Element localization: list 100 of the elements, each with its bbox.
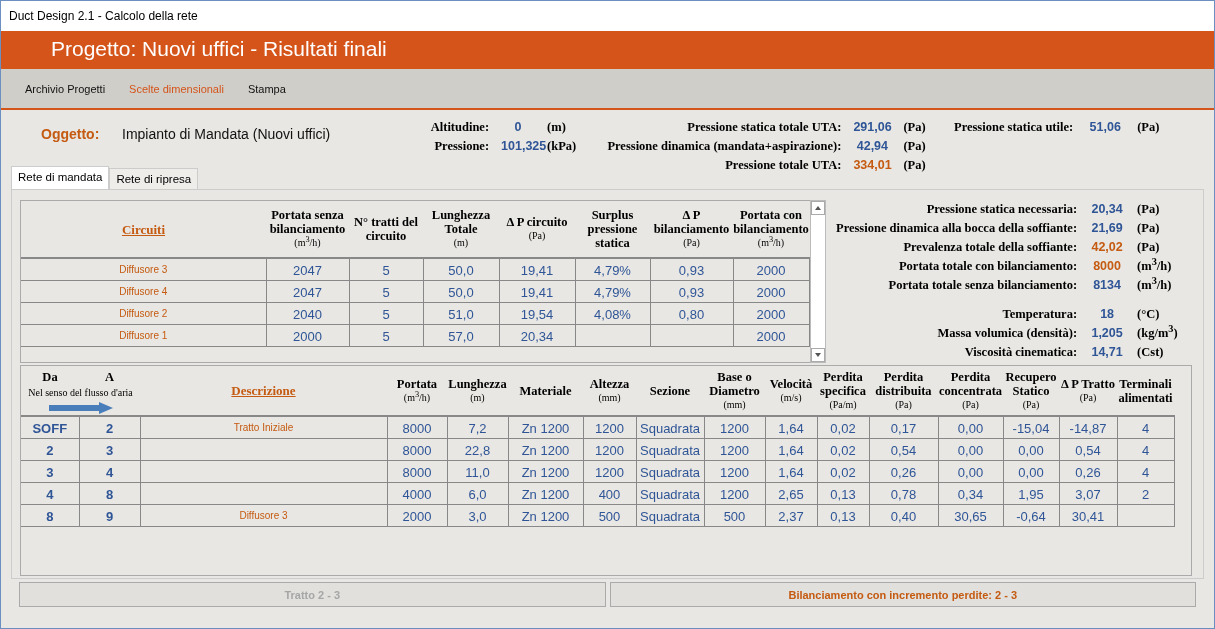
unit-label: (m$^{3}$/h) [1137,276,1173,294]
table-cell: 50,0 [448,262,474,278]
column-title: Δ P circuito [505,215,569,229]
table-cell: 1,64 [778,442,804,458]
table-cell: Squadrata [640,486,700,502]
field-label: Pressione statica utile: [954,119,1074,136]
scroll-up-icon[interactable] [811,201,825,215]
field-value: 334,01 [852,157,893,174]
table-cell: 19,54 [520,306,554,322]
menu-item[interactable]: Scelte dimensionali [129,82,224,95]
action-button[interactable]: Bilanciamento con incremento perdite: 2 - 3 [609,582,1196,607]
table-cell: 1200 [595,442,624,458]
table-cell: 2040 [293,306,322,322]
field-value: 51,06 [1088,119,1122,136]
table-cell: 4000 [402,486,432,502]
table-cell: 2000 [293,328,322,344]
table-cell: -0,64 [1016,508,1046,524]
unit-label: (°C) [1137,306,1161,323]
tab[interactable]: Rete di ripresa [109,168,199,189]
table-cell: 5 [382,306,390,322]
table-cell: 57,0 [448,328,474,344]
table-cell: 30,65 [954,508,987,524]
table-cell: Zn 1200 [521,486,570,502]
table-cell: 4,79% [594,262,631,278]
node-cell: 2 [46,442,54,458]
column-unit: (m$^{3}$/h) [402,390,432,405]
column-title: Base o Diametro [708,369,761,398]
table-cell: 0,13 [830,508,856,524]
table-cell: 0,17 [890,420,917,436]
table-cell: 5 [382,262,390,278]
column-link[interactable]: Circuiti [121,222,166,237]
header-title: Progetto: Nuovi uffici - Risultati finali [1,31,1214,69]
row-name[interactable]: Diffusore 3 [239,510,288,521]
table-cell: 22,8 [464,442,491,458]
unit-label: (Pa) [1137,201,1161,218]
row-name[interactable]: Tratto Iniziale [233,422,294,433]
table-cell: 2000 [756,306,786,322]
table-cell: 2 [1141,486,1150,502]
field-value: 20,34 [1090,201,1124,218]
column-unit: (m$^{3}$/h) [293,236,322,250]
table-cell: Zn 1200 [521,508,570,524]
field-value: 8000 [1092,258,1122,275]
column-title: Perdita specifica [819,369,867,398]
table-cell: 0,00 [957,442,984,458]
tab[interactable]: Rete di mandata [11,166,110,189]
table-cell: 2047 [293,284,322,300]
node-cell: 3 [46,464,54,480]
field-value: 21,69 [1090,220,1124,237]
column-unit: (m) [469,391,486,405]
scroll-down-icon[interactable] [811,348,825,362]
object-label: Oggetto: [41,126,101,142]
table-cell: 50,0 [448,284,474,300]
unit-label: (Pa) [903,119,927,136]
row-name[interactable]: Diffusore 4 [119,286,168,297]
column-link[interactable]: Descrizione [231,384,296,398]
unit-label: (Pa) [1137,119,1160,136]
table-cell: 30,41 [1071,508,1105,524]
table-cell: 0,13 [830,486,856,502]
column-unit: (m) [452,236,470,250]
column-title: Lunghezza [447,376,508,391]
right-arrow-icon [48,402,113,414]
field-value: 291,06 [852,119,893,136]
table-cell: 0,34 [957,486,984,502]
field-value: 18 [1099,306,1116,323]
table-cell: 1,64 [778,420,804,436]
flow-note: Nel senso del flusso d'aria [27,386,134,400]
table-cell: 1200 [595,420,624,436]
node-cell: SOFF [32,420,68,436]
table-cell: 20,34 [520,328,554,344]
unit-label: (kg/m$^{3}$) [1137,324,1178,342]
field-label: Prevalenza totale della soffiante: [902,239,1078,256]
node-cell: 4 [46,486,54,502]
row-name[interactable]: Diffusore 2 [119,308,168,319]
field-label: Pressione totale UTA: [724,157,842,174]
field-value: 42,94 [855,138,889,155]
table-cell: 8000 [402,442,432,458]
field-value: 101,325 [500,138,547,155]
field-label: Viscosità cinematica: [963,344,1078,361]
table-cell: Squadrata [640,442,700,458]
column-title: Lunghezza Totale [430,208,492,236]
menu-item[interactable]: Stampa [247,82,286,95]
table-cell: 0,02 [830,420,856,436]
row-name[interactable]: Diffusore 1 [119,330,168,341]
column-unit: (Pa) [1078,390,1098,405]
field-label: Pressione statica totale UTA: [686,119,842,136]
column-unit: (m$^{3}$/h) [756,236,786,250]
table-cell: 2000 [402,508,432,524]
field-value: 0 [513,119,523,136]
table-cell: 19,41 [520,284,554,300]
table-cell: Squadrata [640,464,700,480]
column-title: Portata senza bilanciamento [268,208,347,236]
menu-item[interactable]: Archivio Progetti [25,82,106,95]
node-cell: 3 [105,442,114,458]
row-name[interactable]: Diffusore 3 [119,264,168,275]
table-cell: 0,40 [890,508,917,524]
table-cell: 1200 [720,464,749,480]
column-unit: (Pa) [527,229,547,243]
scrollbar[interactable] [810,200,826,363]
table-cell: 0,93 [678,284,705,300]
column-title: Velocità [768,376,814,391]
